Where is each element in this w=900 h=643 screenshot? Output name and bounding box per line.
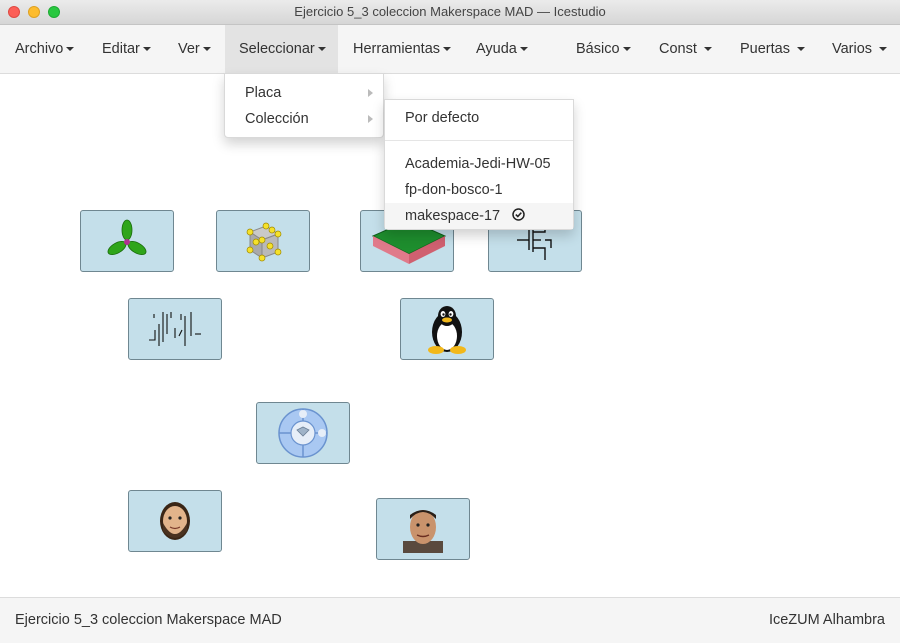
collection-item-selected[interactable]: makespace-17 bbox=[385, 203, 573, 229]
collection-item-label: fp-don-bosco-1 bbox=[405, 182, 503, 198]
check-circle-icon bbox=[512, 208, 525, 221]
window-titlebar: Ejercicio 5_3 coleccion Makerspace MAD —… bbox=[0, 0, 900, 25]
signal-waveform-icon bbox=[149, 312, 201, 346]
menu-herramientas-label: Herramientas bbox=[353, 41, 441, 57]
chevron-right-icon bbox=[368, 89, 373, 97]
menu-basico-label: Básico bbox=[576, 41, 620, 57]
caret-down-icon bbox=[317, 47, 326, 52]
menu-item-placa-label: Placa bbox=[245, 85, 282, 101]
status-footer: Ejercicio 5_3 coleccion Makerspace MAD I… bbox=[0, 597, 900, 643]
menu-varios-label: Varios bbox=[832, 41, 873, 57]
collection-item-label: Academia-Jedi-HW-05 bbox=[405, 156, 551, 172]
menu-ver[interactable]: Ver bbox=[178, 25, 211, 73]
menu-herramientas[interactable]: Herramientas bbox=[353, 25, 452, 73]
clover-icon bbox=[107, 219, 147, 256]
chevron-right-icon bbox=[368, 115, 373, 123]
collection-item-default[interactable]: Por defecto bbox=[385, 105, 573, 131]
menu-divider bbox=[385, 140, 573, 141]
avatar-bearded-man-icon bbox=[160, 502, 190, 540]
menu-puertas-label: Puertas bbox=[740, 41, 790, 57]
block-avatar-bearded[interactable] bbox=[128, 490, 222, 552]
menu-ayuda[interactable]: Ayuda bbox=[476, 25, 528, 73]
menu-bar: Archivo Editar Ver Seleccionar Herramien… bbox=[0, 25, 900, 74]
block-linux[interactable] bbox=[400, 298, 494, 360]
window-title: Ejercicio 5_3 coleccion Makerspace MAD —… bbox=[294, 4, 606, 19]
minimize-window-button[interactable] bbox=[28, 6, 40, 18]
maximize-window-button[interactable] bbox=[48, 6, 60, 18]
caret-down-icon bbox=[703, 47, 712, 52]
menu-seleccionar[interactable]: Seleccionar bbox=[225, 25, 338, 73]
caret-down-icon bbox=[622, 47, 631, 52]
caret-down-icon bbox=[202, 47, 211, 52]
tux-penguin-icon bbox=[428, 306, 466, 354]
caret-down-icon bbox=[66, 47, 75, 52]
cube-atoms-icon bbox=[246, 222, 282, 262]
menu-ayuda-label: Ayuda bbox=[476, 41, 517, 57]
menu-puertas[interactable]: Puertas bbox=[740, 25, 806, 73]
menu-varios[interactable]: Varios bbox=[832, 25, 888, 73]
menu-item-coleccion-label: Colección bbox=[245, 111, 309, 127]
menu-const[interactable]: Const bbox=[659, 25, 712, 73]
block-signal[interactable] bbox=[128, 298, 222, 360]
collection-item-label: makespace-17 bbox=[405, 208, 501, 224]
collection-item[interactable]: Academia-Jedi-HW-05 bbox=[385, 151, 573, 177]
caret-down-icon bbox=[519, 47, 528, 52]
menu-archivo-label: Archivo bbox=[15, 41, 64, 57]
block-avatar-man[interactable] bbox=[376, 498, 470, 560]
block-clover[interactable] bbox=[80, 210, 174, 272]
caret-down-icon bbox=[142, 47, 151, 52]
avatar-man-icon bbox=[403, 510, 443, 553]
caret-down-icon bbox=[443, 47, 452, 52]
puzzle-ring-icon bbox=[278, 408, 328, 458]
collection-default-label: Por defecto bbox=[405, 110, 480, 126]
close-window-button[interactable] bbox=[8, 6, 20, 18]
caret-down-icon bbox=[879, 47, 888, 52]
menu-basico[interactable]: Básico bbox=[576, 25, 631, 73]
menu-editar[interactable]: Editar bbox=[102, 25, 151, 73]
menu-seleccionar-label: Seleccionar bbox=[239, 41, 315, 57]
project-name: Ejercicio 5_3 coleccion Makerspace MAD bbox=[15, 612, 282, 628]
menu-item-placa[interactable]: Placa bbox=[225, 80, 383, 106]
menu-item-coleccion[interactable]: Colección bbox=[225, 106, 383, 132]
block-cube-atoms[interactable] bbox=[216, 210, 310, 272]
caret-down-icon bbox=[797, 47, 806, 52]
collection-item[interactable]: fp-don-bosco-1 bbox=[385, 177, 573, 203]
coleccion-submenu: Por defecto Academia-Jedi-HW-05 fp-don-b… bbox=[384, 99, 574, 230]
board-name[interactable]: IceZUM Alhambra bbox=[769, 598, 885, 643]
menu-ver-label: Ver bbox=[178, 41, 200, 57]
menu-editar-label: Editar bbox=[102, 41, 140, 57]
block-puzzle-ring[interactable] bbox=[256, 402, 350, 464]
menu-const-label: Const bbox=[659, 41, 697, 57]
seleccionar-dropdown: Placa Colección bbox=[224, 73, 384, 138]
menu-archivo[interactable]: Archivo bbox=[15, 25, 75, 73]
